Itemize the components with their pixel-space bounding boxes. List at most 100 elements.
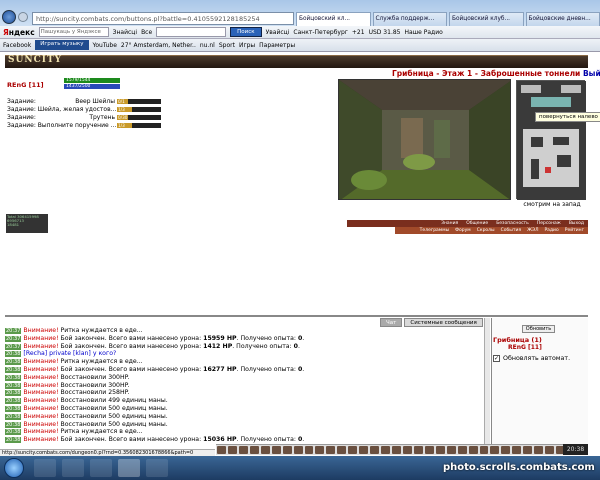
action-icon[interactable] (413, 446, 423, 454)
player-entry[interactable]: REnG [11] (508, 344, 542, 351)
search-button[interactable]: Поиск (230, 27, 262, 37)
bookmark-facebook[interactable]: Facebook (3, 42, 31, 49)
browser-tab[interactable]: Бойцовский клуб... (449, 12, 524, 26)
action-icon[interactable] (348, 446, 358, 454)
address-bar[interactable]: http://suncity.combats.com/buttons.pl?ba… (32, 12, 294, 25)
chat-time[interactable]: 20:38 (5, 429, 22, 436)
play-music-button[interactable]: Играть музыку (35, 40, 89, 50)
quest-row[interactable]: Задание: Трутень 0/30 (7, 114, 161, 122)
action-icon[interactable] (381, 446, 390, 454)
tab-chat[interactable]: Чат (380, 318, 403, 327)
menu-item[interactable]: Общение (466, 220, 488, 227)
action-icon[interactable] (501, 446, 511, 454)
start-button[interactable] (4, 458, 24, 478)
action-icon[interactable] (435, 446, 445, 454)
menu-item[interactable]: Знания (441, 220, 458, 227)
action-icon[interactable] (545, 446, 555, 454)
chat-divider[interactable] (5, 315, 588, 317)
ie-icon[interactable] (62, 459, 84, 477)
dropdown-all[interactable]: Все (141, 29, 152, 36)
bookmark-youtube[interactable]: YouTube (93, 42, 117, 49)
search-field[interactable] (156, 27, 227, 37)
exit-link[interactable]: Выйти (583, 69, 600, 78)
action-icon[interactable] (370, 446, 380, 454)
refresh-button[interactable]: Обновить (522, 325, 555, 333)
action-icon[interactable] (402, 446, 412, 454)
browser-tab[interactable]: Служба поддерж... (372, 12, 447, 26)
quest-row[interactable]: Задание: Шейла, желая удостов... 1/3 (7, 106, 161, 114)
menu-item[interactable]: ЖЭЛ (527, 227, 538, 234)
bookmark-sport[interactable]: Sport (219, 42, 235, 49)
chat-time[interactable]: 20:38 (5, 398, 22, 405)
browser-tab[interactable]: Бойцовский кл... (296, 12, 371, 26)
chat-text[interactable]: [Recha] private [klan] у кого? (23, 350, 116, 357)
bookmark-games[interactable]: Игры (239, 42, 255, 49)
character-name[interactable]: REnG [11] (7, 81, 44, 89)
explorer-icon[interactable] (34, 459, 56, 477)
chat-time[interactable]: 20:37 (5, 335, 22, 342)
chat-scrollbar[interactable] (484, 318, 490, 444)
chat-time[interactable]: 20:38 (5, 390, 22, 397)
menu-item[interactable]: События (501, 227, 521, 234)
chat-time[interactable]: 20:38 (5, 437, 22, 444)
action-icon[interactable] (282, 446, 292, 454)
action-icon[interactable] (238, 446, 248, 454)
quest-row[interactable]: Задание: Веер Шейлы 0/1 (7, 98, 161, 106)
settings-button[interactable]: Параметры (259, 42, 295, 49)
menu-item[interactable]: Персонаж (537, 220, 561, 227)
action-icon[interactable] (359, 446, 369, 454)
action-icon[interactable] (512, 446, 522, 454)
chat-time[interactable]: 20:38 (5, 374, 22, 381)
action-icon[interactable] (249, 446, 259, 454)
chat-time[interactable]: 20:38 (5, 405, 22, 412)
chat-time[interactable]: 20:38 (5, 359, 22, 366)
chat-time[interactable]: 20:38 (5, 366, 22, 373)
menu-item[interactable]: Безопасность (496, 220, 529, 227)
firefox-icon[interactable] (146, 459, 168, 477)
bookmark-nu[interactable]: nu.nl (200, 42, 215, 49)
yandex-item[interactable]: Увайсці (266, 29, 290, 36)
forward-button[interactable] (18, 12, 28, 22)
back-button[interactable] (2, 10, 16, 24)
menu-item[interactable]: Рейтинг (565, 227, 584, 234)
chat-time[interactable]: 20:38 (5, 421, 22, 428)
tab-system-messages[interactable]: Системные сообщения (404, 318, 483, 327)
auto-update-checkbox[interactable]: ✓ (493, 355, 500, 362)
action-icon[interactable] (271, 446, 281, 454)
menu-item[interactable]: Радио (544, 227, 558, 234)
action-icon[interactable] (315, 446, 325, 454)
action-icon[interactable] (490, 446, 500, 454)
action-icon[interactable] (260, 446, 270, 454)
chat-time[interactable]: 20:37 (5, 328, 22, 334)
chat-time[interactable]: 20:37 (5, 343, 22, 350)
action-icon[interactable] (304, 446, 314, 454)
yandex-item[interactable]: Наше Радио (404, 29, 442, 36)
yandex-item[interactable]: Санкт-Петербург (293, 29, 347, 36)
yandex-logo[interactable]: Яндекс (3, 28, 35, 37)
find-label[interactable]: Знайсці (113, 29, 137, 36)
action-icon[interactable] (534, 446, 544, 454)
action-icon[interactable] (424, 446, 434, 454)
action-icon[interactable] (217, 446, 226, 454)
yandex-search-input[interactable]: Пашукаць у Яндэксе (38, 27, 109, 37)
menu-item[interactable]: Форум (455, 227, 471, 234)
action-icon[interactable] (392, 446, 401, 454)
action-icon[interactable] (293, 446, 303, 454)
action-icon[interactable] (479, 446, 489, 454)
action-icon[interactable] (337, 446, 347, 454)
quest-row[interactable]: Задание: Выполните поручение ... 1/3 (7, 122, 161, 130)
chat-time[interactable]: 20:38 (5, 351, 22, 358)
chat-time[interactable]: 20:38 (5, 413, 22, 420)
action-icon[interactable] (468, 446, 478, 454)
chat-time[interactable]: 20:38 (5, 382, 22, 389)
menu-item[interactable]: Выход (569, 220, 584, 227)
action-icon[interactable] (326, 446, 336, 454)
weather-item[interactable]: 27° Amsterdam, Nether.. (121, 42, 196, 49)
dungeon-view[interactable] (338, 79, 511, 200)
yandex-item[interactable]: +21 (352, 29, 365, 36)
yandex-item[interactable]: USD 31.85 (369, 29, 401, 36)
action-icon[interactable] (446, 446, 456, 454)
media-icon[interactable] (90, 459, 112, 477)
browser-tab[interactable]: Бойцовские дневн... (525, 12, 600, 26)
opera-icon[interactable] (118, 459, 140, 477)
